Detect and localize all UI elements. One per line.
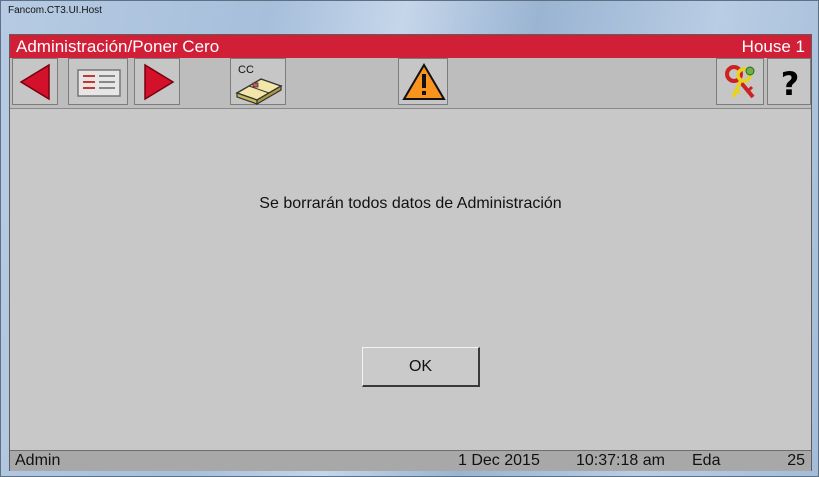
- cc-house-icon: CC: [235, 64, 283, 106]
- status-user: Admin: [15, 452, 61, 469]
- status-age-value: 25: [787, 452, 805, 469]
- login-button[interactable]: [716, 58, 764, 105]
- back-arrow-icon: [19, 63, 50, 101]
- warning-icon: [402, 63, 446, 100]
- help-button[interactable]: ?: [767, 58, 811, 105]
- cc-label: CC: [238, 64, 254, 76]
- confirmation-message: Se borrarán todos datos de Administració…: [259, 195, 562, 212]
- page-title: Administración/Poner Cero: [16, 37, 220, 56]
- client-area: Administración/Poner Cero House 1 CC ? S…: [9, 34, 812, 471]
- forward-button[interactable]: [134, 58, 180, 105]
- forward-arrow-icon: [144, 63, 175, 101]
- status-age-label: Eda: [692, 452, 721, 469]
- back-button[interactable]: [12, 58, 58, 105]
- list-icon: [77, 69, 121, 97]
- list-button[interactable]: [68, 58, 128, 105]
- application-window: Fancom.CT3.UI.Host Administración/Poner …: [0, 0, 819, 477]
- status-time: 10:37:18 am: [576, 452, 665, 469]
- keys-icon: [725, 65, 755, 99]
- toolbar: CC ?: [10, 58, 811, 109]
- window-title: Fancom.CT3.UI.Host: [8, 5, 102, 16]
- help-icon: ?: [781, 65, 800, 103]
- warning-button[interactable]: [398, 58, 448, 105]
- cc-house-button[interactable]: CC: [230, 58, 286, 106]
- ok-button[interactable]: OK: [362, 347, 480, 387]
- status-date: 1 Dec 2015: [458, 452, 540, 469]
- header-bar: Administración/Poner Cero House 1: [10, 35, 811, 58]
- house-label: House 1: [741, 37, 805, 56]
- status-bar: Admin 1 Dec 2015 10:37:18 am Eda 25: [10, 450, 811, 471]
- help-label: ?: [781, 65, 800, 103]
